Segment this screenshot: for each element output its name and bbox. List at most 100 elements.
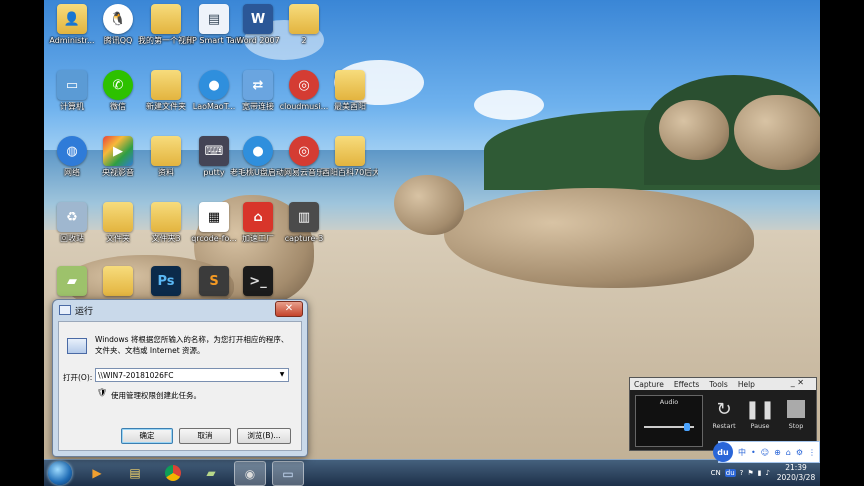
desktop-shortcut-label: 2 — [301, 36, 307, 45]
clock-date: 2020/3/28 — [776, 473, 816, 482]
uac-shield-icon: 🛡 — [97, 388, 108, 397]
baidu-emoji-icon[interactable]: ☺ — [761, 448, 769, 457]
putty-icon: ⌨ — [199, 136, 229, 166]
desktop-shortcut[interactable]: 2 — [276, 2, 332, 62]
taskbar: ▶ ▤ ▰ ◉ ▭ CN du ? ⚑ ▮ ♪ 21:39 2020/3/28 — [44, 459, 820, 486]
taskbar-run-dialog-icon[interactable]: ▭ — [272, 461, 304, 486]
run-dialog-buttons: 确定 取消 浏览(B)... — [59, 422, 301, 450]
menu-capture[interactable]: Capture — [634, 380, 664, 389]
tray-baidu-icon[interactable]: du — [724, 469, 736, 477]
clock-time: 21:39 — [785, 463, 807, 472]
baidu-logo-icon[interactable]: du — [713, 442, 733, 462]
tray-language-icon[interactable]: CN — [711, 469, 721, 477]
close-button[interactable]: ✕ — [275, 301, 303, 317]
pause-label: Pause — [750, 422, 770, 430]
cctv-video-icon: ▶ — [103, 136, 133, 166]
netease-music-icon: ◎ — [289, 70, 319, 100]
menu-help[interactable]: Help — [738, 380, 755, 389]
taskbar-chrome-icon[interactable] — [158, 461, 188, 484]
tray-help-icon[interactable]: ? — [740, 469, 744, 477]
capture-window-controls[interactable]: _ ✕ — [791, 378, 804, 387]
run-dialog-title-icon — [59, 305, 71, 315]
folder-icon — [151, 4, 181, 34]
wechat-icon: ✆ — [103, 70, 133, 100]
laomao-icon: ● — [199, 70, 229, 100]
capture-recorder-window: Capture Effects Tools Help _ ✕ Audio ↻ R… — [629, 377, 817, 451]
baidu-voice-icon[interactable]: ⊕ — [774, 448, 781, 457]
stop-button[interactable]: Stop — [780, 396, 812, 430]
image-file-icon: ▰ — [57, 266, 87, 296]
taskbar-media-player-icon[interactable]: ▶ — [82, 461, 112, 484]
admin-note: 使用管理权限创建此任务。 — [111, 391, 201, 400]
desktop-shortcut[interactable]: ▥ capture-3 — [276, 200, 332, 260]
baidu-more-icon[interactable]: ⋮ — [808, 448, 816, 457]
baidu-input-toolbar: du 中 • ☺ ⊕ ⌂ ⚙ ⋮ — [713, 441, 820, 463]
baidu-chinese-mode[interactable]: 中 — [738, 447, 746, 458]
capture-menubar: Capture Effects Tools Help _ ✕ — [630, 378, 816, 390]
menu-tools[interactable]: Tools — [709, 380, 727, 389]
chevron-down-icon[interactable]: ▼ — [276, 369, 288, 381]
run-dialog: 运行 ✕ Windows 将根据您所输入的名称，为您打开相应的程序、文件夹、文档… — [52, 299, 308, 457]
folder-user-icon: 👤 — [57, 4, 87, 34]
browse-button[interactable]: 浏览(B)... — [237, 428, 291, 444]
pause-icon: ❚❚ — [744, 398, 776, 420]
taskbar-image-viewer-icon[interactable]: ▰ — [196, 461, 226, 484]
folder-icon — [151, 202, 181, 232]
video-file-icon: ▥ — [289, 202, 319, 232]
netease-music-icon: ◎ — [289, 136, 319, 166]
photoshop-icon: Ps — [151, 266, 181, 296]
audio-volume-slider[interactable] — [644, 423, 694, 431]
desktop-shortcut[interactable]: 最美酉阳 — [322, 68, 378, 128]
run-program-icon — [67, 338, 87, 354]
taskbar-explorer-icon[interactable]: ▤ — [120, 461, 150, 484]
ok-button[interactable]: 确定 — [121, 428, 173, 444]
tray-network-icon[interactable]: ▮ — [758, 469, 762, 477]
run-dialog-title: 运行 — [75, 306, 94, 317]
open-input[interactable]: \\WIN7-20181026FC ▼ — [95, 368, 289, 382]
baidu-punctuation-icon[interactable]: • — [751, 448, 756, 457]
taskbar-camtasia-icon[interactable]: ◉ — [234, 461, 266, 486]
menu-effects[interactable]: Effects — [674, 380, 700, 389]
qq-penguin-icon: 🐧 — [103, 4, 133, 34]
folder-icon — [151, 70, 181, 100]
recycle-bin-icon: ♻ — [57, 202, 87, 232]
network-connection-icon: ⇄ — [243, 70, 273, 100]
computer-icon: ▭ — [57, 70, 87, 100]
restart-button[interactable]: ↻ Restart — [708, 396, 740, 431]
baidu-skin-icon[interactable]: ⌂ — [786, 448, 791, 457]
desktop-shortcut-label: 酉阳百科70后大数... — [322, 168, 378, 177]
run-dialog-body: Windows 将根据您所输入的名称，为您打开相应的程序、文件夹、文档或 Int… — [58, 321, 302, 451]
run-dialog-titlebar[interactable]: 运行 — [53, 300, 307, 320]
desktop-shortcut-label: 最美酉阳 — [334, 102, 366, 111]
folder-icon — [335, 70, 365, 100]
restart-label: Restart — [712, 422, 736, 430]
audio-volume-knob[interactable] — [683, 423, 690, 431]
baidu-settings-icon[interactable]: ⚙ — [796, 448, 803, 457]
folder-icon — [151, 136, 181, 166]
stop-label: Stop — [788, 422, 804, 430]
restart-icon: ↻ — [716, 398, 732, 420]
tray-flag-icon[interactable]: ⚑ — [747, 469, 753, 477]
folder-icon — [103, 266, 133, 296]
cancel-button[interactable]: 取消 — [179, 428, 231, 444]
taskbar-clock[interactable]: 21:39 2020/3/28 — [772, 463, 820, 483]
desktop-shortcut[interactable]: 酉阳百科70后大数... — [322, 134, 378, 194]
sublime-icon: S — [199, 266, 229, 296]
red-house-icon: ⌂ — [243, 202, 273, 232]
printer-doc-icon: ▤ — [199, 4, 229, 34]
wallpaper-rock — [394, 175, 464, 235]
pause-button[interactable]: ❚❚ Pause — [744, 396, 776, 431]
wallpaper-cloud — [474, 90, 544, 120]
system-tray: CN du ? ⚑ ▮ ♪ 21:39 2020/3/28 — [709, 460, 820, 486]
wallpaper-rock — [659, 100, 729, 160]
run-dialog-description: Windows 将根据您所输入的名称，为您打开相应的程序、文件夹、文档或 Int… — [95, 335, 289, 355]
start-button[interactable] — [48, 461, 72, 485]
tray-volume-icon[interactable]: ♪ — [766, 469, 770, 477]
desktop-shortcut-label: capture-3 — [284, 234, 324, 243]
word-icon: W — [243, 4, 273, 34]
stop-icon — [780, 396, 812, 422]
audio-label: Audio — [659, 398, 679, 406]
audio-panel: Audio — [635, 395, 703, 447]
qrcode-icon: ▦ — [199, 202, 229, 232]
folder-icon — [289, 4, 319, 34]
